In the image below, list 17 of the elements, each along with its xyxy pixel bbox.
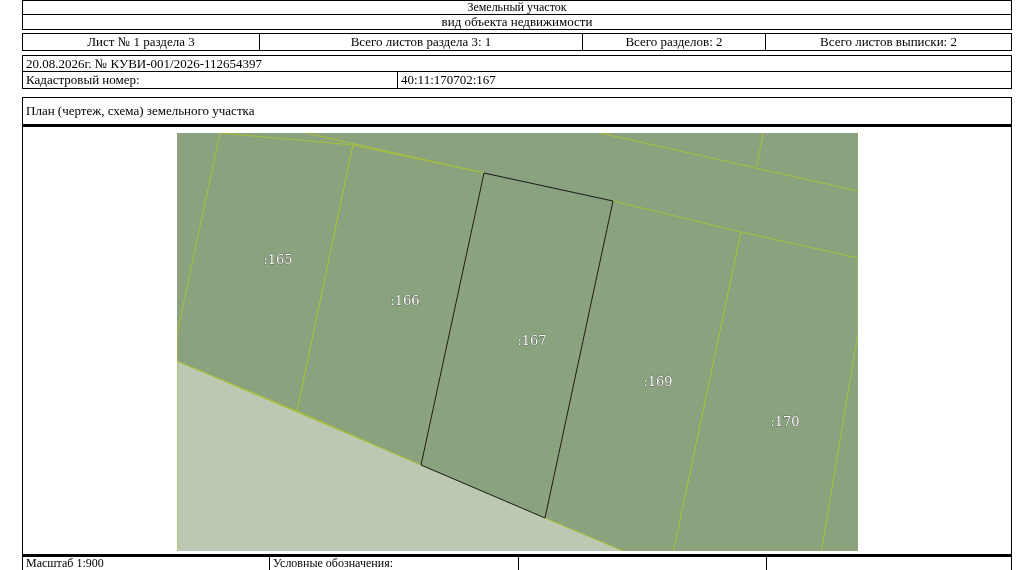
sheet-info: Лист № 1 раздела 3 xyxy=(86,34,196,50)
cadastral-number-value: 40:11:170702:167 xyxy=(397,72,1011,88)
sheet-info: Всего листов выписки: 2 xyxy=(765,34,1011,50)
parcel-label: :169 xyxy=(642,374,673,389)
legend-label: Условные обозначения: xyxy=(269,557,518,570)
plan-title: План (чертеж, схема) земельного участка xyxy=(25,102,256,120)
cadastral-number-label: Кадастровый номер: xyxy=(25,72,141,88)
scale-label: Масштаб 1:900 xyxy=(25,557,105,570)
extract-number: 20.08.2026г. № КУВИ-001/2026-112654397 xyxy=(25,56,263,71)
object-type-caption: вид объекта недвижимости xyxy=(440,15,594,29)
object-type: Земельный участок xyxy=(466,1,568,14)
sheet-info: Всего листов раздела 3: 1 xyxy=(259,34,582,50)
parcel-label: :166 xyxy=(389,293,420,308)
sheet-info: Всего разделов: 2 xyxy=(582,34,765,50)
parcel-label: :167 xyxy=(516,333,547,348)
parcel-label: :170 xyxy=(769,414,800,429)
parcel-label: :165 xyxy=(262,252,293,267)
